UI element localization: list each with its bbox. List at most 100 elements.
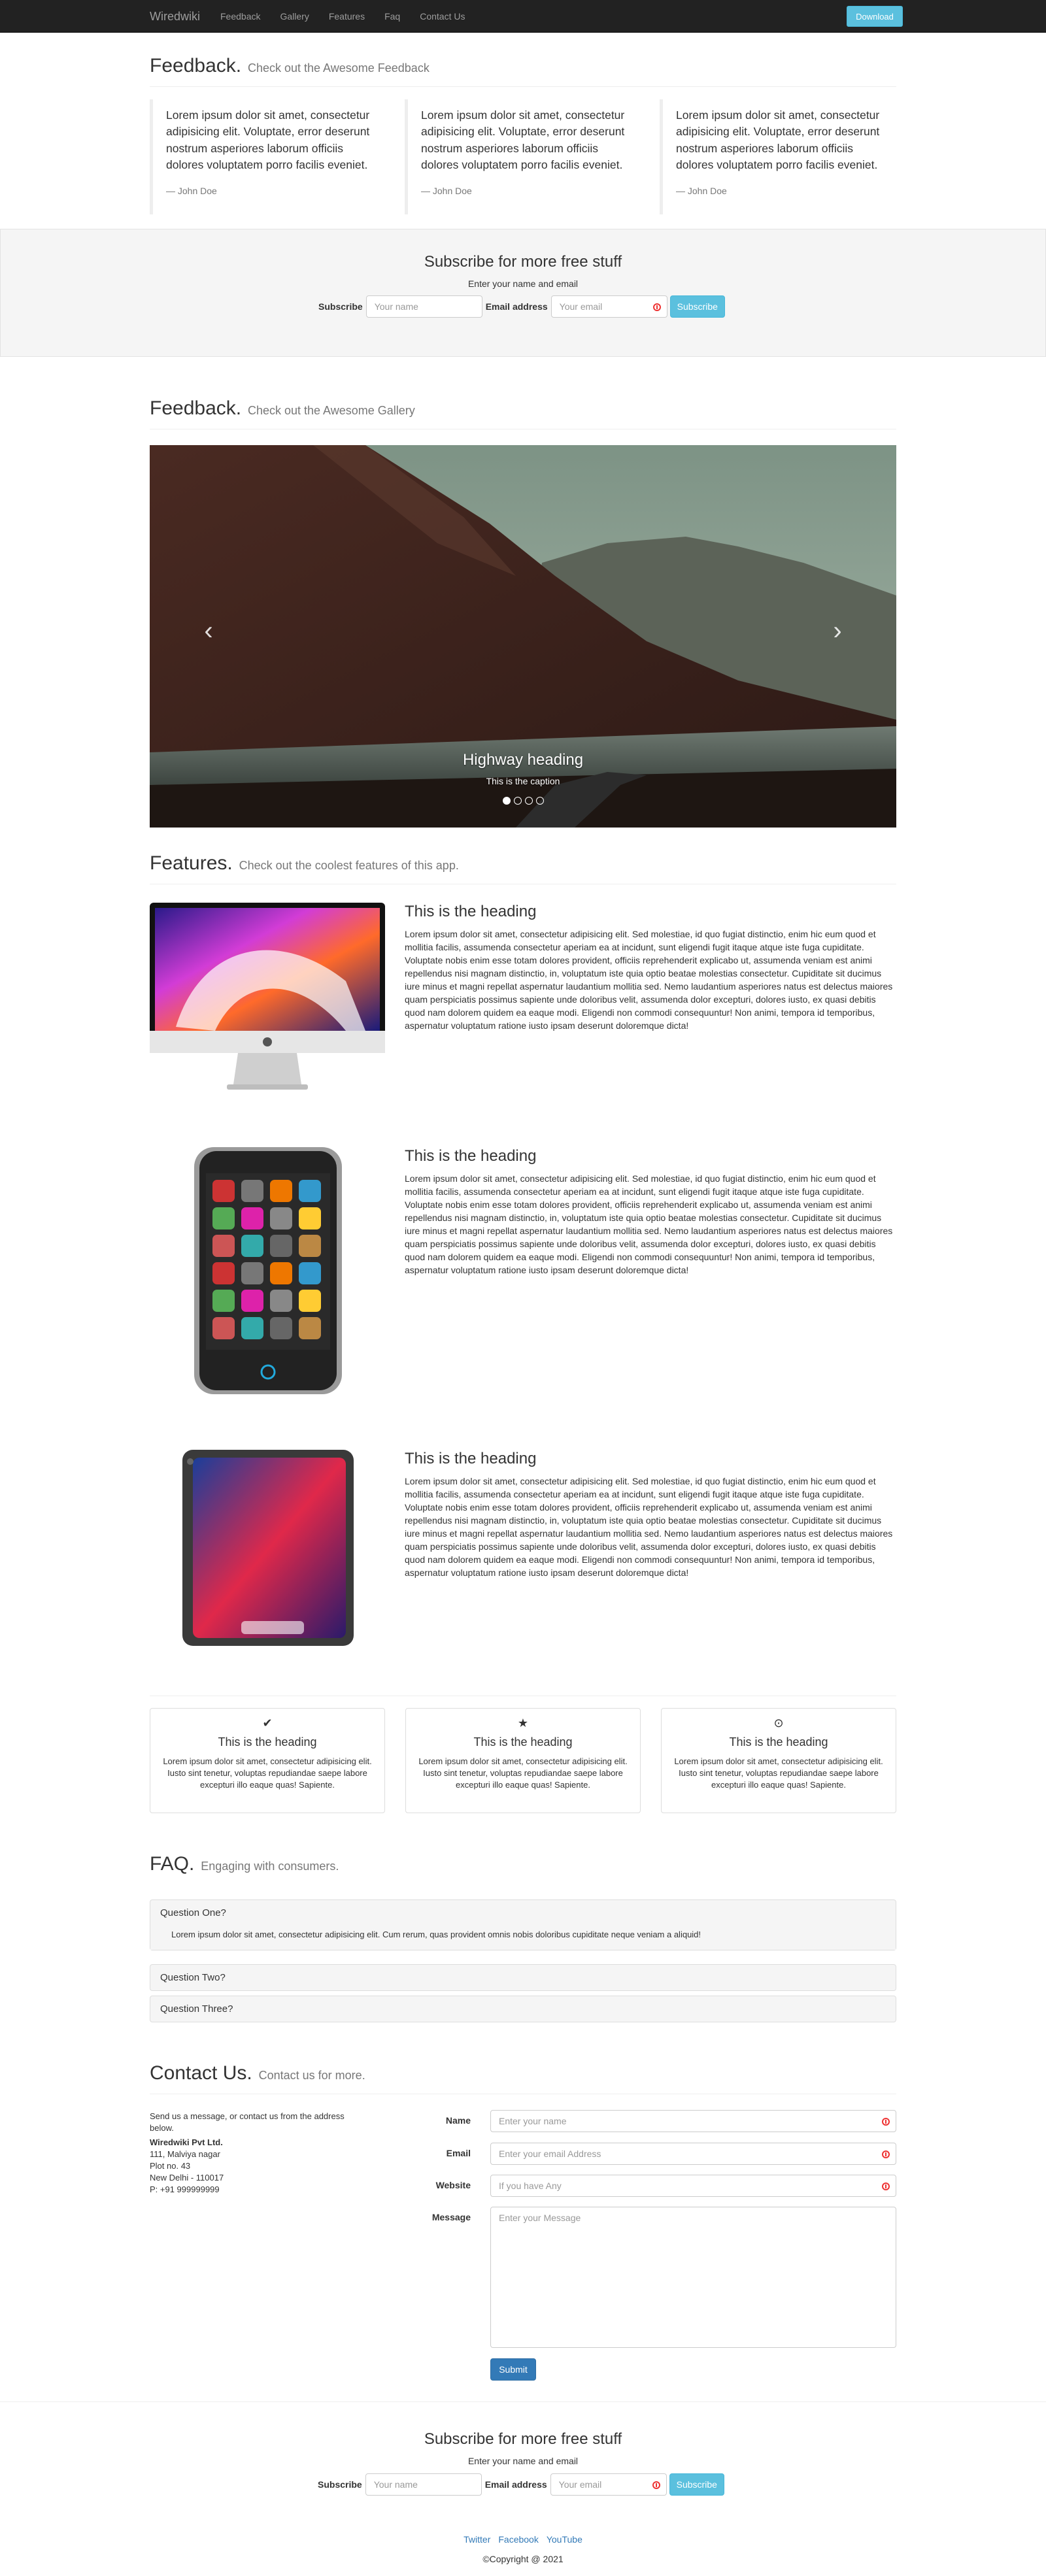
subscribe-button[interactable]: Subscribe (669, 2473, 724, 2496)
app-icon (299, 1290, 321, 1312)
faq-item-2[interactable]: Question Two? (150, 1964, 896, 1991)
faq-answer: Lorem ipsum dolor sit amet, consectetur … (150, 1926, 896, 1950)
carousel-indicator-dot[interactable] (502, 797, 511, 805)
subscribe-name-input[interactable]: Your name (365, 295, 482, 318)
contact-intro: Send us a message, or contact us from th… (150, 2111, 345, 2133)
message-textarea[interactable]: Enter your Message (490, 2207, 896, 2348)
subscribe-section-top: Subscribe for more free stuff Enter your… (0, 229, 1046, 357)
address-line: Plot no. 43 (150, 2161, 191, 2171)
contact-title: Contact Us. (150, 2062, 252, 2084)
faq-item-3[interactable]: Question Three? (150, 1996, 896, 2022)
app-icon (241, 1317, 263, 1339)
app-icon (299, 1262, 321, 1284)
placeholder: Enter your email Address (499, 2149, 601, 2159)
app-icon (270, 1317, 292, 1339)
placeholder: Enter your name (499, 2116, 567, 2126)
phone-icon (194, 1147, 342, 1394)
placeholder: Your name (374, 301, 418, 312)
app-icon (241, 1207, 263, 1229)
subscribe-email-input[interactable]: Your email (550, 295, 667, 318)
subscribe-title: Subscribe for more free stuff (424, 2430, 622, 2448)
footer-link-twitter[interactable]: Twitter (464, 2534, 490, 2545)
subscribe-button[interactable]: Subscribe (669, 295, 725, 318)
feature-box-3: ⊙ This is the heading Lorem ipsum dolor … (661, 1708, 896, 1813)
app-icon (212, 1262, 235, 1284)
subscribe-email-label: Email address (485, 301, 548, 312)
address-line: New Delhi - 110017 (150, 2173, 224, 2183)
carousel-prev-icon[interactable]: ‹ (195, 618, 222, 644)
app-icon (241, 1180, 263, 1202)
feature-box-heading: This is the heading (473, 1735, 573, 1748)
contact-subtitle: Contact us for more. (258, 2069, 365, 2082)
password-manager-icon (882, 2150, 890, 2158)
feedback-title: Feedback. (150, 55, 242, 76)
feature-text-1: This is the heading Lorem ipsum dolor si… (405, 903, 896, 1032)
nav-link-features[interactable]: Features (329, 11, 365, 22)
download-button[interactable]: Download (847, 6, 903, 27)
subscribe-note: Enter your name and email (467, 278, 579, 289)
faq-title: FAQ. (150, 1853, 195, 1875)
subscribe-name-label: Subscribe (318, 2479, 362, 2490)
footer-link-youtube[interactable]: YouTube (547, 2534, 582, 2545)
app-icon (299, 1180, 321, 1202)
app-icon (212, 1207, 235, 1229)
carousel-indicator-dot[interactable] (513, 797, 522, 805)
feature-body: Lorem ipsum dolor sit amet, consectetur … (405, 1476, 893, 1578)
carousel-indicator-dot[interactable] (535, 797, 544, 805)
quote-text: Lorem ipsum dolor sit amet, consectetur … (166, 109, 370, 172)
quote-author: — John Doe (421, 185, 472, 196)
nav-link-gallery[interactable]: Gallery (280, 11, 309, 22)
name-input[interactable]: Enter your name (490, 2110, 896, 2132)
gallery-subtitle: Check out the Awesome Gallery (247, 404, 415, 417)
faq-item-1[interactable]: Question One? Lorem ipsum dolor sit amet… (150, 1899, 896, 1950)
app-icon (212, 1290, 235, 1312)
app-icon (241, 1235, 263, 1257)
email-input[interactable]: Enter your email Address (490, 2143, 896, 2165)
faq-question[interactable]: Question Two? (150, 1965, 896, 1990)
gallery-title: Feedback. (150, 397, 242, 419)
feedback-subtitle: Check out the Awesome Feedback (247, 61, 430, 75)
message-label: Message (431, 2212, 471, 2222)
feature-body: Lorem ipsum dolor sit amet, consectetur … (405, 1173, 893, 1275)
gallery-header: Feedback. Check out the Awesome Gallery (150, 397, 896, 429)
nav-link-feedback[interactable]: Feedback (220, 11, 260, 22)
feature-body: Lorem ipsum dolor sit amet, consectetur … (405, 929, 893, 1031)
subscribe-name-input[interactable]: Your name (365, 2473, 482, 2496)
target-icon: ⊙ (773, 1716, 784, 1730)
divider (0, 2401, 1046, 2402)
app-icon (270, 1235, 292, 1257)
app-icon (241, 1262, 263, 1284)
carousel-next-icon[interactable]: › (824, 618, 851, 644)
nav-links: Feedback Gallery Features Faq Contact Us (211, 0, 475, 33)
website-input[interactable]: If you have Any (490, 2175, 896, 2197)
brand-logo[interactable]: Wiredwiki (150, 10, 200, 24)
tablet-icon (182, 1450, 354, 1646)
faq-header: FAQ. Engaging with consumers. (150, 1853, 896, 1884)
nav-link-contact[interactable]: Contact Us (420, 11, 465, 22)
footer-link-facebook[interactable]: Facebook (498, 2534, 538, 2545)
password-manager-icon (652, 2481, 660, 2489)
carousel-indicator-dot[interactable] (524, 797, 533, 805)
contact-header: Contact Us. Contact us for more. (150, 2062, 896, 2094)
feature-box-1: ✔ This is the heading Lorem ipsum dolor … (150, 1708, 385, 1813)
footer-links: Twitter Facebook YouTube (0, 2534, 1046, 2545)
subscribe-form: Subscribe Your name Email address Your e… (318, 2473, 724, 2496)
faq-question[interactable]: Question One? (150, 1900, 896, 1926)
feature-box-2: ★ This is the heading Lorem ipsum dolor … (405, 1708, 641, 1813)
carousel-indicators (150, 797, 896, 805)
faq-subtitle: Engaging with consumers. (201, 1860, 339, 1873)
nav-link-faq[interactable]: Faq (384, 11, 400, 22)
feature-box-text: Lorem ipsum dolor sit amet, consectetur … (163, 1756, 372, 1790)
app-icon (212, 1180, 235, 1202)
subscribe-form: Subscribe Your name Email address Your e… (318, 295, 725, 318)
gallery-carousel[interactable]: ‹ › Highway heading This is the caption (150, 445, 896, 828)
subscribe-email-input[interactable]: Your email (550, 2473, 667, 2496)
faq-question[interactable]: Question Three? (150, 1996, 896, 2022)
app-icon (270, 1262, 292, 1284)
placeholder: Your email (559, 301, 603, 312)
app-icon (299, 1207, 321, 1229)
carousel-caption-text: This is the caption (486, 776, 560, 786)
submit-button[interactable]: Submit (490, 2358, 536, 2381)
name-label: Name (445, 2115, 471, 2126)
subscribe-email-label: Email address (484, 2479, 547, 2490)
